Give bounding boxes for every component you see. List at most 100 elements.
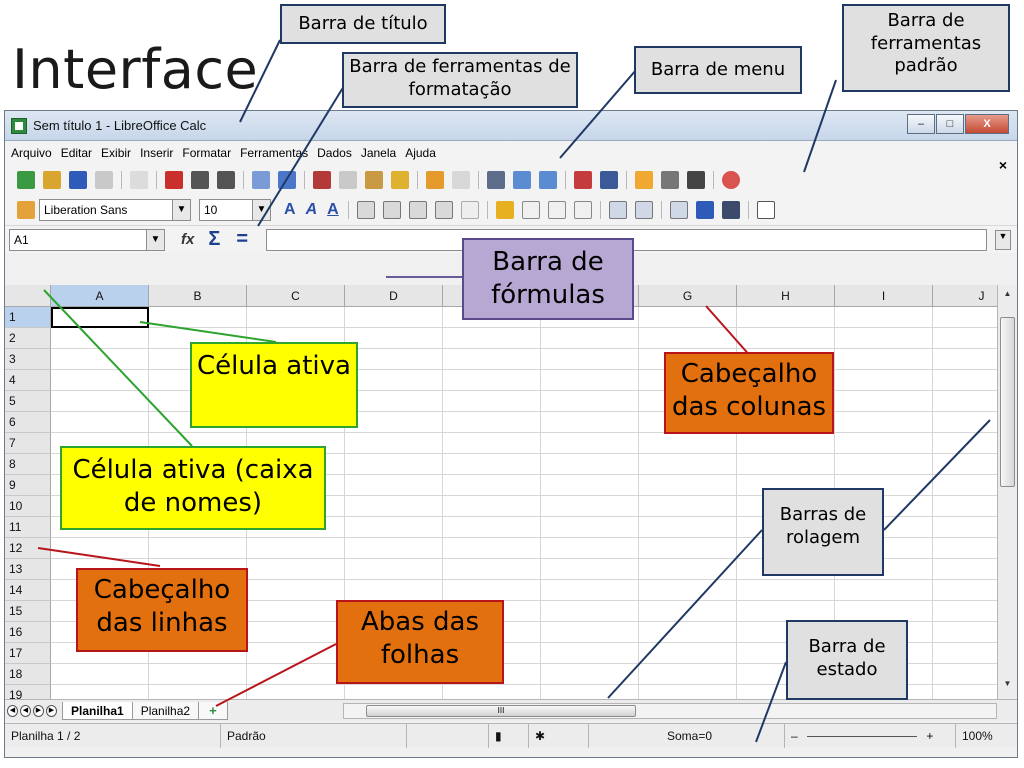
row-header-1[interactable]: 1 bbox=[5, 307, 51, 328]
zoom-slider[interactable]: – + bbox=[785, 724, 955, 748]
hyperlink-icon[interactable] bbox=[487, 171, 505, 189]
font-name-select[interactable]: Liberation Sans ▼ bbox=[39, 199, 191, 221]
decrease-indent-icon[interactable] bbox=[608, 201, 627, 219]
menu-formatar[interactable]: Formatar bbox=[182, 146, 231, 160]
menu-editar[interactable]: Editar bbox=[61, 146, 92, 160]
sort-ascending-icon[interactable] bbox=[513, 171, 531, 189]
row-header-12[interactable]: 12 bbox=[5, 538, 51, 559]
menu-dados[interactable]: Dados bbox=[317, 146, 352, 160]
save-icon[interactable] bbox=[69, 171, 87, 189]
row-header-13[interactable]: 13 bbox=[5, 559, 51, 580]
row-header-5[interactable]: 5 bbox=[5, 391, 51, 412]
bold-icon[interactable]: A bbox=[284, 201, 296, 219]
row-header-15[interactable]: 15 bbox=[5, 601, 51, 622]
clone-formatting-icon[interactable] bbox=[391, 171, 409, 189]
print-icon[interactable] bbox=[191, 171, 209, 189]
next-sheet-icon[interactable]: ▶ bbox=[33, 704, 44, 717]
autospellcheck-icon[interactable] bbox=[278, 171, 296, 189]
menu-exibir[interactable]: Exibir bbox=[101, 146, 131, 160]
minimize-button[interactable]: – bbox=[907, 114, 935, 134]
row-header-17[interactable]: 17 bbox=[5, 643, 51, 664]
column-header-d[interactable]: D bbox=[345, 285, 443, 307]
horizontal-scroll-thumb[interactable]: III bbox=[366, 705, 636, 717]
vertical-scroll-thumb[interactable] bbox=[1000, 317, 1015, 487]
menu-ajuda[interactable]: Ajuda bbox=[405, 146, 436, 160]
row-header-18[interactable]: 18 bbox=[5, 664, 51, 685]
sum-icon[interactable]: Σ bbox=[208, 228, 220, 251]
row-header-6[interactable]: 6 bbox=[5, 412, 51, 433]
row-header-3[interactable]: 3 bbox=[5, 349, 51, 370]
close-button[interactable]: X bbox=[965, 114, 1009, 134]
export-pdf-icon[interactable] bbox=[165, 171, 183, 189]
chart-icon[interactable] bbox=[574, 171, 592, 189]
select-all-corner[interactable] bbox=[5, 285, 51, 307]
vertical-scrollbar[interactable]: ▲ ▼ bbox=[997, 285, 1017, 699]
add-decimal-icon[interactable] bbox=[573, 201, 592, 219]
edit-file-icon[interactable] bbox=[130, 171, 148, 189]
first-sheet-icon[interactable]: ◀ bbox=[7, 704, 18, 717]
paste-icon[interactable] bbox=[365, 171, 383, 189]
align-center-icon[interactable] bbox=[382, 201, 401, 219]
toggle-grid-icon[interactable] bbox=[756, 201, 775, 219]
row-header-11[interactable]: 11 bbox=[5, 517, 51, 538]
background-color-icon[interactable] bbox=[695, 201, 714, 219]
italic-icon[interactable]: A bbox=[306, 201, 318, 219]
menu-janela[interactable]: Janela bbox=[361, 146, 396, 160]
selection-mode-icon[interactable]: ▮ bbox=[489, 724, 529, 748]
active-cell-a1[interactable] bbox=[51, 307, 149, 328]
row-header-14[interactable]: 14 bbox=[5, 580, 51, 601]
copy-icon[interactable] bbox=[339, 171, 357, 189]
row-header-8[interactable]: 8 bbox=[5, 454, 51, 475]
pivot-table-icon[interactable] bbox=[600, 171, 618, 189]
sort-descending-icon[interactable] bbox=[539, 171, 557, 189]
font-size-select[interactable]: 10 ▼ bbox=[199, 199, 271, 221]
function-icon[interactable]: = bbox=[236, 228, 248, 251]
add-sheet-icon[interactable]: + bbox=[198, 701, 228, 720]
zoom-in-icon[interactable]: + bbox=[926, 729, 933, 743]
row-header-16[interactable]: 16 bbox=[5, 622, 51, 643]
increase-indent-icon[interactable] bbox=[634, 201, 653, 219]
font-color-icon[interactable] bbox=[721, 201, 740, 219]
function-wizard-icon[interactable]: fx bbox=[181, 231, 194, 248]
data-sources-icon[interactable] bbox=[687, 171, 705, 189]
tab-planilha1[interactable]: Planilha1 bbox=[62, 701, 133, 720]
column-header-i[interactable]: I bbox=[835, 285, 933, 307]
close-document-icon[interactable]: × bbox=[999, 157, 1007, 173]
gallery-icon[interactable] bbox=[661, 171, 679, 189]
help-icon[interactable] bbox=[722, 171, 740, 189]
justify-icon[interactable] bbox=[434, 201, 453, 219]
styles-icon[interactable] bbox=[17, 201, 35, 219]
status-page-style[interactable]: Padrão bbox=[221, 724, 407, 748]
column-header-a[interactable]: A bbox=[51, 285, 149, 307]
print-preview-icon[interactable] bbox=[217, 171, 235, 189]
row-header-10[interactable]: 10 bbox=[5, 496, 51, 517]
undo-icon[interactable] bbox=[426, 171, 444, 189]
scroll-up-icon[interactable]: ▲ bbox=[998, 289, 1017, 305]
new-document-icon[interactable] bbox=[17, 171, 35, 189]
align-right-icon[interactable] bbox=[408, 201, 427, 219]
borders-icon[interactable] bbox=[669, 201, 688, 219]
column-header-g[interactable]: G bbox=[639, 285, 737, 307]
name-box[interactable]: A1 ▼ bbox=[9, 228, 165, 251]
menu-inserir[interactable]: Inserir bbox=[140, 146, 173, 160]
horizontal-scrollbar[interactable]: III bbox=[343, 703, 997, 719]
prev-sheet-icon[interactable]: ◀ bbox=[20, 704, 31, 717]
row-header-2[interactable]: 2 bbox=[5, 328, 51, 349]
navigator-icon[interactable] bbox=[635, 171, 653, 189]
column-header-h[interactable]: H bbox=[737, 285, 835, 307]
cut-icon[interactable] bbox=[313, 171, 331, 189]
tab-planilha2[interactable]: Planilha2 bbox=[131, 701, 200, 720]
expand-formula-icon[interactable]: ▼ bbox=[995, 229, 1011, 250]
menu-ferramentas[interactable]: Ferramentas bbox=[240, 146, 308, 160]
zoom-value[interactable]: 100% bbox=[955, 724, 1017, 748]
menu-arquivo[interactable]: Arquivo bbox=[11, 146, 52, 160]
last-sheet-icon[interactable]: ▶ bbox=[46, 704, 57, 717]
align-left-icon[interactable] bbox=[356, 201, 375, 219]
column-header-b[interactable]: B bbox=[149, 285, 247, 307]
column-header-c[interactable]: C bbox=[247, 285, 345, 307]
open-icon[interactable] bbox=[43, 171, 61, 189]
redo-icon[interactable] bbox=[452, 171, 470, 189]
row-header-9[interactable]: 9 bbox=[5, 475, 51, 496]
underline-icon[interactable]: A bbox=[327, 201, 339, 219]
spellcheck-icon[interactable] bbox=[252, 171, 270, 189]
